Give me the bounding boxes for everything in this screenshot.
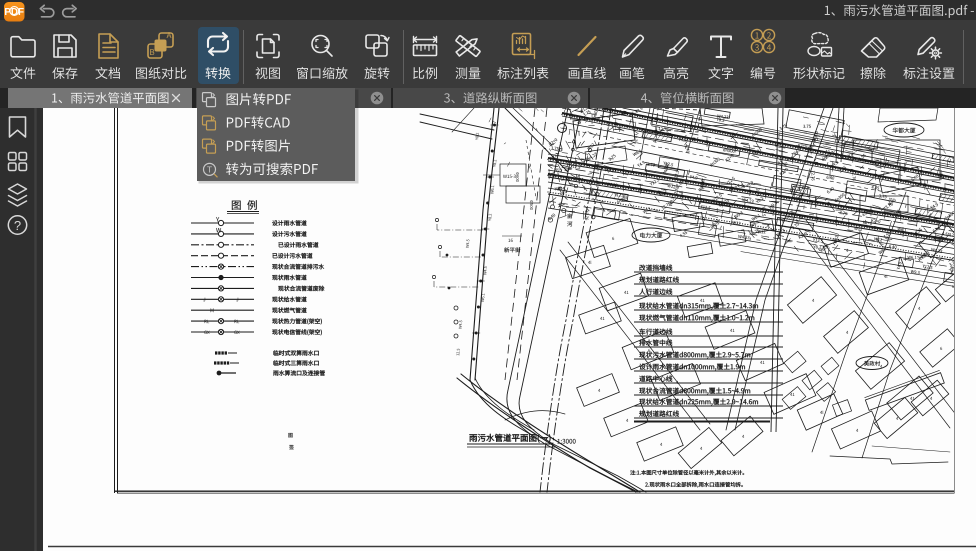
svg-text:T: T <box>207 164 212 174</box>
svg-text:?: ? <box>14 218 21 233</box>
svg-text:PDF: PDF <box>4 7 24 18</box>
